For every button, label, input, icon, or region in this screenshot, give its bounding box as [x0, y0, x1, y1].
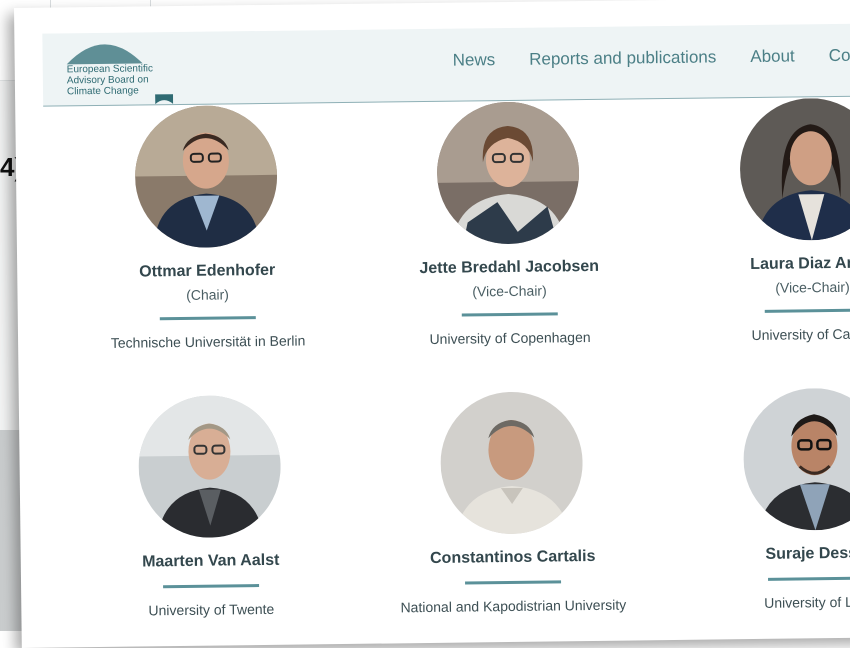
member-photo [137, 394, 282, 539]
member-role: (Vice-Chair) [775, 278, 850, 296]
foreground-page: European Scientific Advisory Board on Cl… [14, 0, 850, 648]
member-photo [134, 104, 278, 249]
site-logo[interactable]: European Scientific Advisory Board on Cl… [62, 36, 193, 105]
member-name: Laura Diaz Anac [750, 254, 850, 274]
logo-line-3: Climate Change [66, 85, 139, 98]
main-nav: News Reports and publications About Cont [453, 46, 850, 71]
member-name: Suraje Dessa [765, 544, 850, 563]
member-photo [742, 387, 850, 532]
nav-reports-publications[interactable]: Reports and publications [529, 47, 716, 69]
logo-line-2: Advisory Board on [66, 74, 149, 87]
member-institution: Technische Universität in Berlin [110, 332, 306, 351]
divider [465, 580, 562, 585]
member-card[interactable]: Jette Bredahl Jacobsen (Vice-Chair) Univ… [387, 101, 630, 348]
member-card[interactable]: Laura Diaz Anac (Vice-Chair) University … [690, 97, 850, 344]
member-name: Ottmar Edenhofer [139, 261, 276, 281]
member-institution: University of Cambr [751, 325, 850, 344]
member-card[interactable]: Ottmar Edenhofer (Chair) Technische Univ… [85, 104, 328, 351]
logo-dome-icon [66, 44, 143, 65]
site-header: European Scientific Advisory Board on Cl… [42, 23, 850, 107]
member-photo [439, 391, 584, 535]
member-photo [436, 101, 580, 245]
member-photo [739, 97, 850, 242]
member-institution: University of Lee [764, 593, 850, 611]
member-institution: University of Copenhagen [429, 328, 591, 347]
member-name: Constantinos Cartalis [429, 547, 596, 567]
member-role: (Chair) [186, 286, 230, 303]
nav-contact[interactable]: Cont [829, 46, 850, 66]
member-card[interactable]: Maarten Van Aalst University of Twente [89, 394, 332, 619]
member-institution: National and Kapodistrian University [400, 596, 627, 616]
member-institution: University of Twente [148, 600, 275, 619]
member-card[interactable]: Suraje Dessa University of Lee [694, 387, 850, 612]
divider [163, 584, 260, 589]
nav-about[interactable]: About [750, 46, 795, 67]
divider [159, 316, 256, 321]
member-card[interactable]: Constantinos Cartalis National and Kapod… [391, 390, 634, 615]
member-name: Jette Bredahl Jacobsen [419, 257, 600, 278]
member-name: Maarten Van Aalst [142, 551, 280, 571]
member-role: (Vice-Chair) [472, 282, 547, 300]
divider [764, 308, 850, 313]
divider [461, 312, 558, 317]
divider [768, 576, 850, 581]
logo-wave-icon [155, 94, 174, 105]
nav-news[interactable]: News [453, 50, 496, 71]
